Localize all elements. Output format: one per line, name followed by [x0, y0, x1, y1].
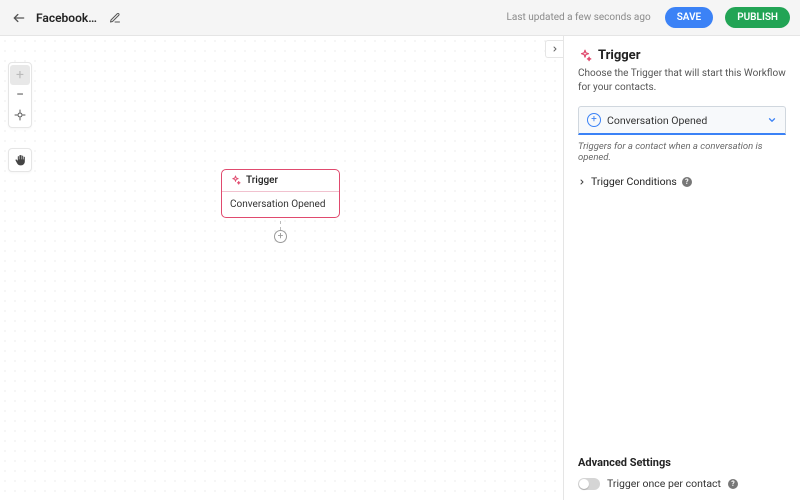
trigger-once-toggle[interactable] [578, 478, 600, 490]
save-button[interactable]: SAVE [665, 7, 714, 28]
panel-title: Trigger [598, 48, 640, 63]
trigger-type-description: Triggers for a contact when a conversati… [578, 141, 786, 163]
trigger-type-dropdown[interactable]: + Conversation Opened [578, 106, 786, 135]
zoom-in-button[interactable]: + [10, 65, 30, 85]
add-step-button[interactable]: + [274, 230, 287, 243]
collapse-panel-button[interactable] [545, 40, 563, 58]
zoom-controls: + − [8, 62, 32, 128]
trigger-type-selected: Conversation Opened [607, 114, 761, 127]
trigger-icon [230, 175, 241, 186]
fit-view-button[interactable] [10, 105, 30, 125]
node-connector [280, 221, 281, 230]
pan-tool-button[interactable] [8, 148, 32, 172]
trigger-node[interactable]: Trigger Conversation Opened [221, 169, 340, 218]
trigger-conditions-toggle[interactable]: Trigger Conditions ? [578, 175, 786, 188]
trigger-node-body: Conversation Opened [222, 192, 339, 217]
help-icon[interactable]: ? [728, 479, 738, 489]
panel-subtitle: Choose the Trigger that will start this … [578, 67, 786, 94]
chevron-right-icon [578, 178, 586, 186]
conversation-opened-icon: + [587, 113, 601, 127]
trigger-settings-panel: Trigger Choose the Trigger that will sta… [564, 36, 800, 500]
edit-title-button[interactable] [107, 10, 123, 26]
workflow-title: Facebook… [36, 11, 97, 25]
help-icon[interactable]: ? [682, 177, 692, 187]
zoom-out-button[interactable]: − [10, 85, 30, 105]
trigger-conditions-label: Trigger Conditions [591, 175, 677, 188]
trigger-node-title: Trigger [246, 175, 278, 186]
publish-button[interactable]: PUBLISH [725, 7, 790, 28]
trigger-panel-icon [578, 49, 592, 63]
trigger-once-label: Trigger once per contact [607, 477, 721, 490]
workflow-canvas[interactable]: + − Trigger Conversation Opened + [0, 36, 564, 500]
advanced-settings-title: Advanced Settings [578, 456, 786, 469]
chevron-down-icon [767, 115, 777, 125]
last-updated-text: Last updated a few seconds ago [507, 12, 651, 23]
back-button[interactable] [10, 9, 28, 27]
